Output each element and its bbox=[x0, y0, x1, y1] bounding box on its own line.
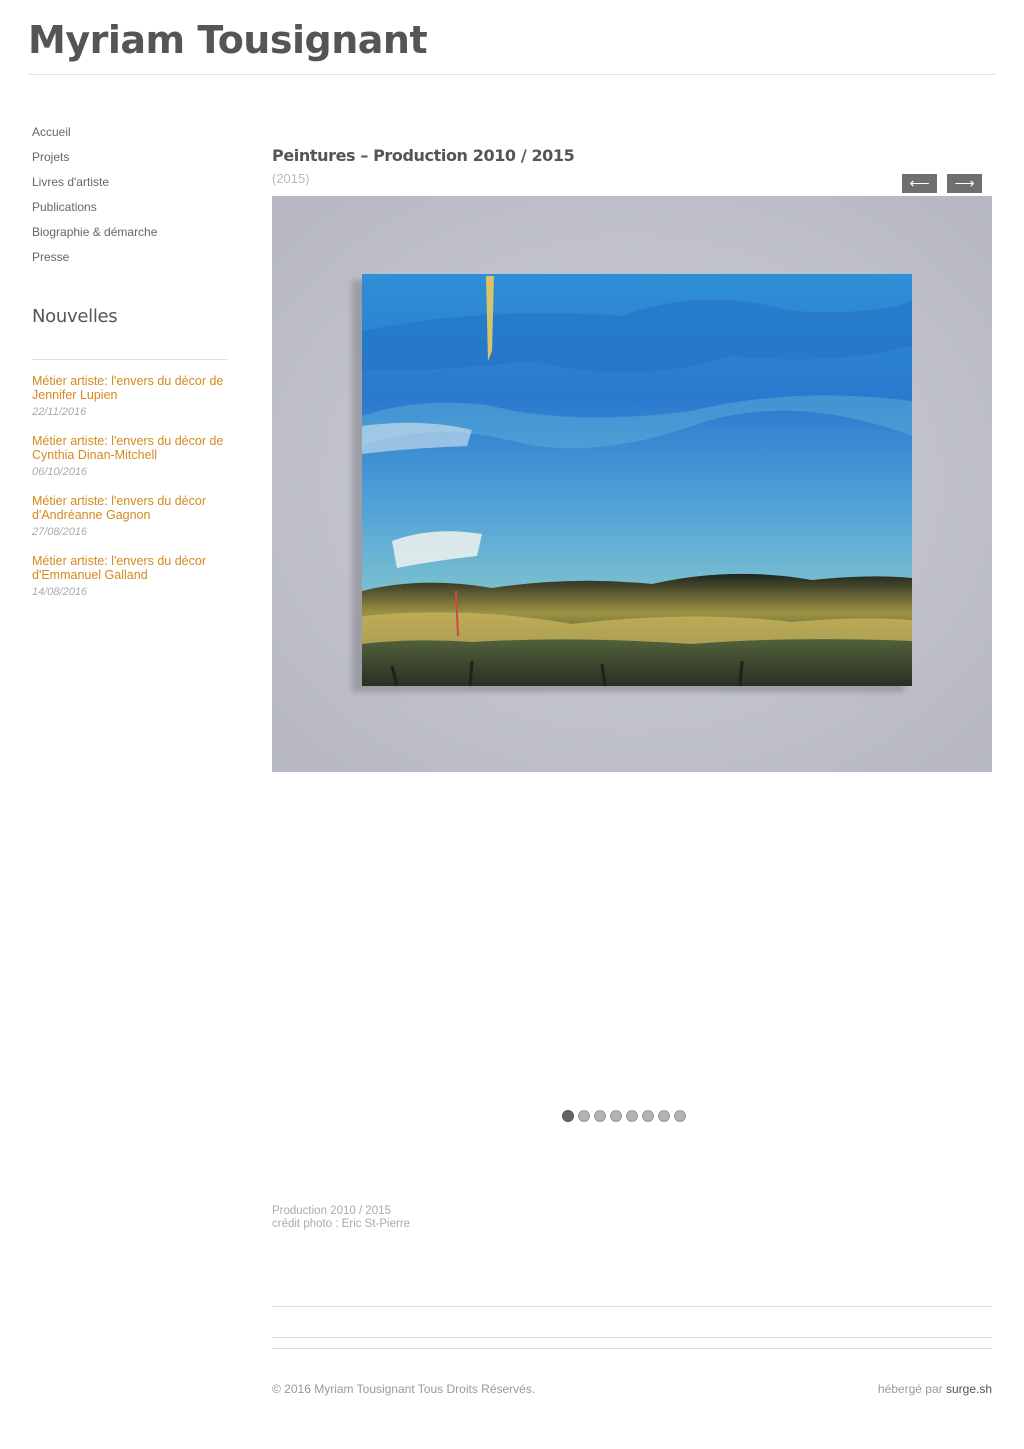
site-title[interactable]: Myriam Tousignant bbox=[28, 14, 428, 66]
nav-item-livres-artiste[interactable]: Livres d'artiste bbox=[32, 170, 232, 195]
news-item-link[interactable]: Métier artiste: l'envers du décor de Jen… bbox=[32, 374, 232, 402]
slide-dot[interactable] bbox=[642, 1110, 654, 1122]
content-divider bbox=[272, 1306, 992, 1307]
slide-dot[interactable] bbox=[626, 1110, 638, 1122]
hosting-credit: hébergé par surge.sh bbox=[878, 1382, 992, 1396]
right-arrow-icon: ⟶ bbox=[954, 175, 975, 191]
slide-dot[interactable] bbox=[594, 1110, 606, 1122]
left-arrow-icon: ⟵ bbox=[909, 175, 930, 191]
footer-divider bbox=[272, 1337, 992, 1338]
nav-item-presse[interactable]: Presse bbox=[32, 245, 232, 270]
news-item: Métier artiste: l'envers du décor d'Emma… bbox=[32, 554, 232, 614]
next-slide-button[interactable]: ⟶ bbox=[947, 174, 982, 193]
news-item-link[interactable]: Métier artiste: l'envers du décor de Cyn… bbox=[32, 434, 232, 462]
nav-item-biographie[interactable]: Biographie & démarche bbox=[32, 220, 232, 245]
slide-dot[interactable] bbox=[578, 1110, 590, 1122]
nav-item-accueil[interactable]: Accueil bbox=[32, 120, 232, 145]
news-item-date: 14/08/2016 bbox=[32, 586, 88, 598]
nav-item-publications[interactable]: Publications bbox=[32, 195, 232, 220]
news-item: Métier artiste: l'envers du décor d'Andr… bbox=[32, 494, 232, 554]
hosting-prefix: hébergé par bbox=[877, 1382, 943, 1396]
news-item-date: 27/08/2016 bbox=[32, 526, 88, 538]
footer-divider bbox=[272, 1348, 992, 1349]
previous-slide-button[interactable]: ⟵ bbox=[902, 174, 937, 193]
news-item-date: 06/10/2016 bbox=[32, 466, 88, 478]
slide-dot[interactable] bbox=[674, 1110, 686, 1122]
caption-credit: crédit photo : Eric St-Pierre bbox=[272, 1217, 411, 1230]
caption-title: Production 2010 / 2015 bbox=[272, 1205, 391, 1217]
nav-item-projets[interactable]: Projets bbox=[32, 145, 232, 170]
news-item: Métier artiste: l'envers du décor de Jen… bbox=[32, 374, 232, 434]
news-item-link[interactable]: Métier artiste: l'envers du décor d'Emma… bbox=[32, 554, 232, 582]
news-list: Métier artiste: l'envers du décor de Jen… bbox=[32, 374, 232, 614]
slide-dot[interactable] bbox=[658, 1110, 670, 1122]
copyright-text: © 2016 Myriam Tousignant Tous Droits Rés… bbox=[272, 1382, 536, 1396]
header-divider bbox=[28, 74, 996, 75]
news-item: Métier artiste: l'envers du décor de Cyn… bbox=[32, 434, 232, 494]
main-navigation: Accueil Projets Livres d'artiste Publica… bbox=[32, 120, 232, 270]
post-year: (2015) bbox=[272, 171, 310, 186]
post-title: Peintures – Production 2010 / 2015 bbox=[272, 146, 575, 165]
painting-photo bbox=[272, 196, 992, 772]
slide-dot[interactable] bbox=[562, 1110, 574, 1122]
surge-link[interactable]: surge.sh bbox=[946, 1382, 992, 1396]
news-item-date: 22/11/2016 bbox=[32, 406, 87, 418]
photo-caption: Production 2010 / 2015 crédit photo : Er… bbox=[272, 1205, 410, 1230]
news-item-link[interactable]: Métier artiste: l'envers du décor d'Andr… bbox=[32, 494, 232, 522]
slide-dot[interactable] bbox=[610, 1110, 622, 1122]
slideshow-pagination bbox=[562, 1110, 690, 1124]
news-divider bbox=[32, 359, 227, 360]
news-heading: Nouvelles bbox=[32, 306, 118, 327]
